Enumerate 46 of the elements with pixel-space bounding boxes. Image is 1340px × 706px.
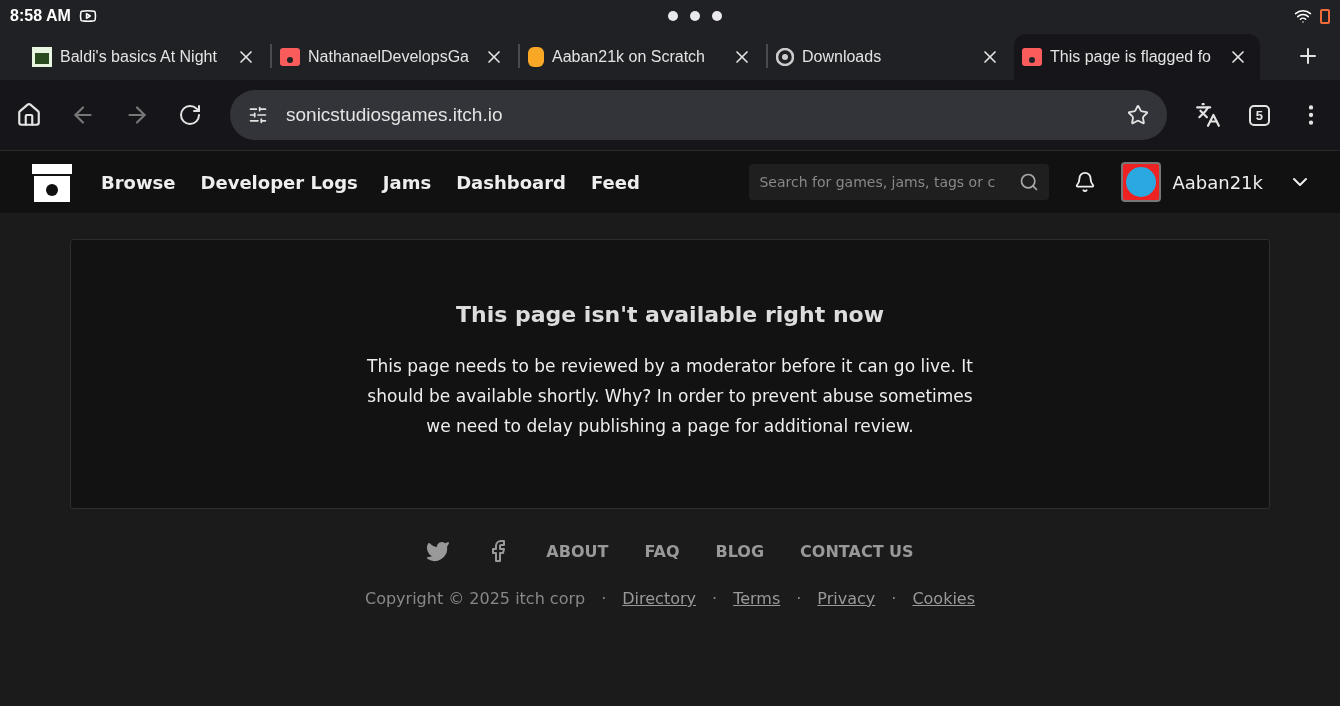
home-icon[interactable] <box>16 102 42 128</box>
site-settings-icon[interactable] <box>248 105 268 125</box>
browser-tab[interactable]: Baldi's basics At Night <box>24 34 270 80</box>
tab-count[interactable]: 5 <box>1248 104 1270 126</box>
footer-link[interactable]: BLOG <box>715 541 765 561</box>
search-icon[interactable] <box>1019 172 1040 192</box>
pager-dots-icon <box>668 11 723 21</box>
wifi-icon <box>1294 7 1312 25</box>
notice-title: This page isn't available right now <box>456 302 884 327</box>
nav-link[interactable]: Dashboard <box>456 171 566 193</box>
footer-link[interactable]: CONTACT US <box>800 541 914 561</box>
separator-dot: · <box>796 589 802 608</box>
browser-tab[interactable]: Aaban21k on Scratch <box>520 34 766 80</box>
browser-tab[interactable]: Downloads <box>768 34 1014 80</box>
separator-dot: · <box>712 589 718 608</box>
search-field[interactable]: Search for games, jams, tags or c <box>749 164 1050 200</box>
separator-dot: · <box>601 589 607 608</box>
footer-link[interactable]: FAQ <box>644 541 680 561</box>
reload-icon[interactable] <box>178 103 202 127</box>
store-icon <box>1022 48 1042 66</box>
user-name[interactable]: Aaban21k <box>1172 171 1263 193</box>
legal-link[interactable]: Cookies <box>912 589 975 608</box>
game-thumbnail-icon <box>32 47 52 67</box>
nav-link[interactable]: Browse <box>101 171 176 193</box>
address-bar[interactable]: sonicstudiosgames.itch.io <box>230 90 1167 140</box>
legal-link[interactable]: Terms <box>733 589 781 608</box>
nav-link[interactable]: Developer Logs <box>200 171 358 193</box>
legal-link[interactable]: Privacy <box>817 589 876 608</box>
nav-link[interactable]: Jams <box>382 171 432 193</box>
legal-link[interactable]: Directory <box>622 589 697 608</box>
footer-link[interactable]: ABOUT <box>546 541 609 561</box>
browser-tab[interactable]: NathanaelDevelopsGa <box>272 34 518 80</box>
translate-icon[interactable] <box>1194 102 1221 128</box>
status-time: 8:58 AM <box>10 7 71 25</box>
separator-dot: · <box>891 589 897 608</box>
browser-tab[interactable]: This page is flagged fo <box>1014 34 1260 80</box>
avatar[interactable] <box>1121 162 1162 202</box>
bird-icon[interactable] <box>426 539 451 563</box>
video-icon <box>78 7 97 25</box>
nav-link[interactable]: Feed <box>590 171 640 193</box>
store-icon <box>280 48 300 66</box>
battery-icon <box>1320 8 1330 24</box>
notice-text: This page needs to be reviewed by a moderator before it can go live. It should be available shortly. Why? In order to prevent abuse sometimes we need to delay publishing a page for additional review. <box>366 355 974 438</box>
bookmark-star-icon[interactable] <box>1126 104 1149 126</box>
copyright-text: Copyright © 2025 itch corp <box>364 589 586 608</box>
notification-bell-icon[interactable] <box>1074 171 1097 193</box>
